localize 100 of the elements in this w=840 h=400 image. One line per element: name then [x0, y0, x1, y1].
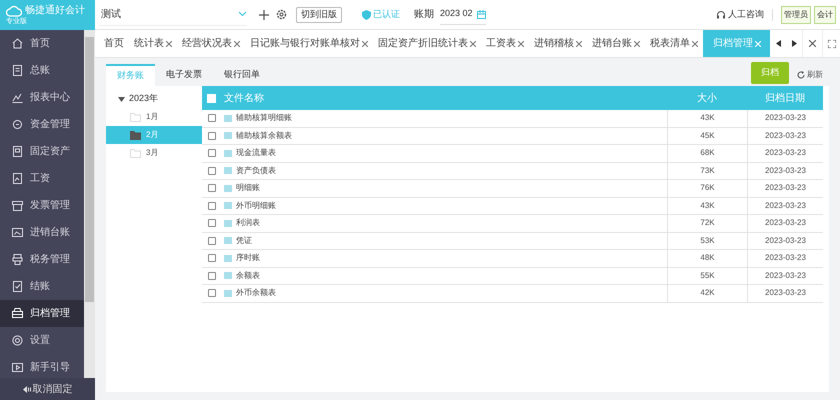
sidebar-item[interactable]: 发票管理: [0, 192, 84, 219]
sidebar-item[interactable]: 资金管理: [0, 111, 84, 138]
table-cell: 2023-03-23: [747, 180, 823, 196]
row-checkbox[interactable]: [208, 149, 216, 158]
tree-node[interactable]: 1月: [106, 108, 202, 126]
table-cell: 2023-03-23: [747, 128, 823, 144]
triangle-right-icon: [792, 40, 796, 47]
menu-item-icon: [12, 227, 23, 238]
row-checkbox[interactable]: [208, 132, 216, 140]
table-cell: 2023-03-23: [747, 162, 823, 179]
table-cell: 2023-03-23: [747, 198, 823, 214]
file-icon: [224, 184, 232, 192]
sidebar-item[interactable]: 归档管理: [0, 300, 84, 327]
period-field[interactable]: 2023 02: [440, 4, 486, 24]
verified-label: 已认证: [373, 8, 400, 21]
file-name[interactable]: 现金流量表: [236, 147, 276, 160]
file-name[interactable]: 辅助核算明细账: [236, 112, 292, 124]
folder-icon: [130, 148, 141, 158]
role-button[interactable]: 管理员: [781, 6, 811, 24]
tab[interactable]: 税表清单: [645, 30, 703, 57]
settings-icon[interactable]: [276, 9, 287, 20]
file-name[interactable]: 明细账: [236, 182, 260, 194]
table-cell: 2023-03-23: [747, 215, 823, 232]
role-button[interactable]: 会计: [814, 6, 836, 24]
file-name[interactable]: 外币明细账: [236, 200, 276, 212]
sidebar-item[interactable]: 设置: [0, 327, 84, 354]
switch-version-button[interactable]: 切到旧版: [296, 6, 342, 22]
select-all-checkbox[interactable]: [207, 94, 216, 102]
tab[interactable]: 工资表: [481, 30, 529, 57]
sidebar-item[interactable]: 进销台账: [0, 219, 84, 246]
file-icon: [224, 237, 232, 244]
close-icon[interactable]: [692, 40, 698, 46]
tab[interactable]: 固定资产折旧统计表: [373, 30, 481, 57]
cloud-logo-icon: [6, 5, 22, 17]
row-checkbox[interactable]: [208, 289, 216, 298]
file-name[interactable]: 余额表: [236, 270, 260, 282]
folder-icon: [130, 112, 141, 122]
row-checkbox[interactable]: [208, 202, 216, 210]
sidebar-item[interactable]: 税务管理: [0, 246, 84, 273]
tab[interactable]: 日记账与银行对账单核对: [245, 30, 373, 57]
row-checkbox[interactable]: [208, 166, 216, 175]
row-checkbox[interactable]: [208, 114, 216, 122]
table-cell: 45K: [667, 128, 747, 144]
menu-item-icon: [12, 200, 23, 211]
close-icon[interactable]: [234, 40, 240, 46]
plus-icon[interactable]: [259, 10, 269, 20]
row-checkbox[interactable]: [208, 272, 216, 280]
table-cell: 72K: [667, 215, 747, 232]
menu-item-icon: [12, 146, 23, 157]
file-name[interactable]: 外币余额表: [236, 287, 276, 300]
sidebar-item[interactable]: 新手引导: [0, 354, 84, 378]
menu-item-icon: [12, 254, 23, 265]
file-name[interactable]: 辅助核算余额表: [236, 130, 292, 142]
menu-item-icon: [12, 65, 23, 76]
account-select[interactable]: 测试: [99, 4, 247, 26]
caret-icon: [118, 96, 125, 102]
row-checkbox[interactable]: [208, 254, 216, 262]
row-checkbox[interactable]: [208, 219, 216, 228]
sidebar-item[interactable]: 报表中心: [0, 84, 84, 111]
sidebar-item[interactable]: 总账: [0, 57, 84, 84]
table-cell: 42K: [667, 285, 747, 302]
tab[interactable]: 统计表: [129, 30, 177, 57]
sidebar-item[interactable]: 结账: [0, 273, 84, 300]
file-name[interactable]: 资产负债表: [236, 164, 276, 177]
close-icon[interactable]: [634, 40, 640, 46]
sidebar-item[interactable]: 工资: [0, 165, 84, 192]
chevron-down-icon: [238, 11, 247, 17]
folder-icon: [130, 130, 141, 140]
support-link[interactable]: 人工咨询: [728, 8, 764, 22]
row-checkbox[interactable]: [208, 184, 216, 192]
shield-icon: [362, 10, 371, 20]
sidebar-item[interactable]: 首页: [0, 30, 84, 57]
tab[interactable]: 首页: [99, 30, 129, 57]
sidebar-item[interactable]: 固定资产: [0, 138, 84, 165]
tab[interactable]: 经营状况表: [177, 30, 245, 57]
tree-node[interactable]: 2023年: [106, 90, 202, 108]
close-icon[interactable]: [470, 40, 476, 46]
refresh-button[interactable]: 刷新: [797, 64, 823, 86]
menu-item-icon: [12, 92, 23, 103]
file-name[interactable]: 利润表: [236, 217, 260, 230]
fullscreen-icon: [828, 40, 836, 48]
unpin-button[interactable]: 取消固定: [0, 378, 95, 400]
tab[interactable]: 进销稽核: [529, 30, 587, 57]
file-icon: [224, 254, 232, 262]
file-icon: [224, 114, 232, 122]
table-cell: 2023-03-23: [747, 232, 823, 249]
calendar-icon: [476, 10, 486, 18]
close-icon[interactable]: [576, 40, 582, 46]
tab[interactable]: 进销台账: [587, 30, 645, 57]
file-icon: [224, 202, 232, 210]
close-icon[interactable]: [518, 40, 524, 46]
file-name[interactable]: 序时账: [236, 252, 260, 264]
menu-item-icon: [12, 173, 23, 184]
close-icon[interactable]: [166, 40, 172, 46]
refresh-icon: [797, 71, 805, 79]
close-icon[interactable]: [362, 40, 368, 46]
scrollbar[interactable]: [84, 30, 95, 378]
tree-node[interactable]: 3月: [106, 144, 202, 162]
row-checkbox[interactable]: [208, 236, 216, 245]
file-name[interactable]: 凭证: [236, 234, 252, 247]
